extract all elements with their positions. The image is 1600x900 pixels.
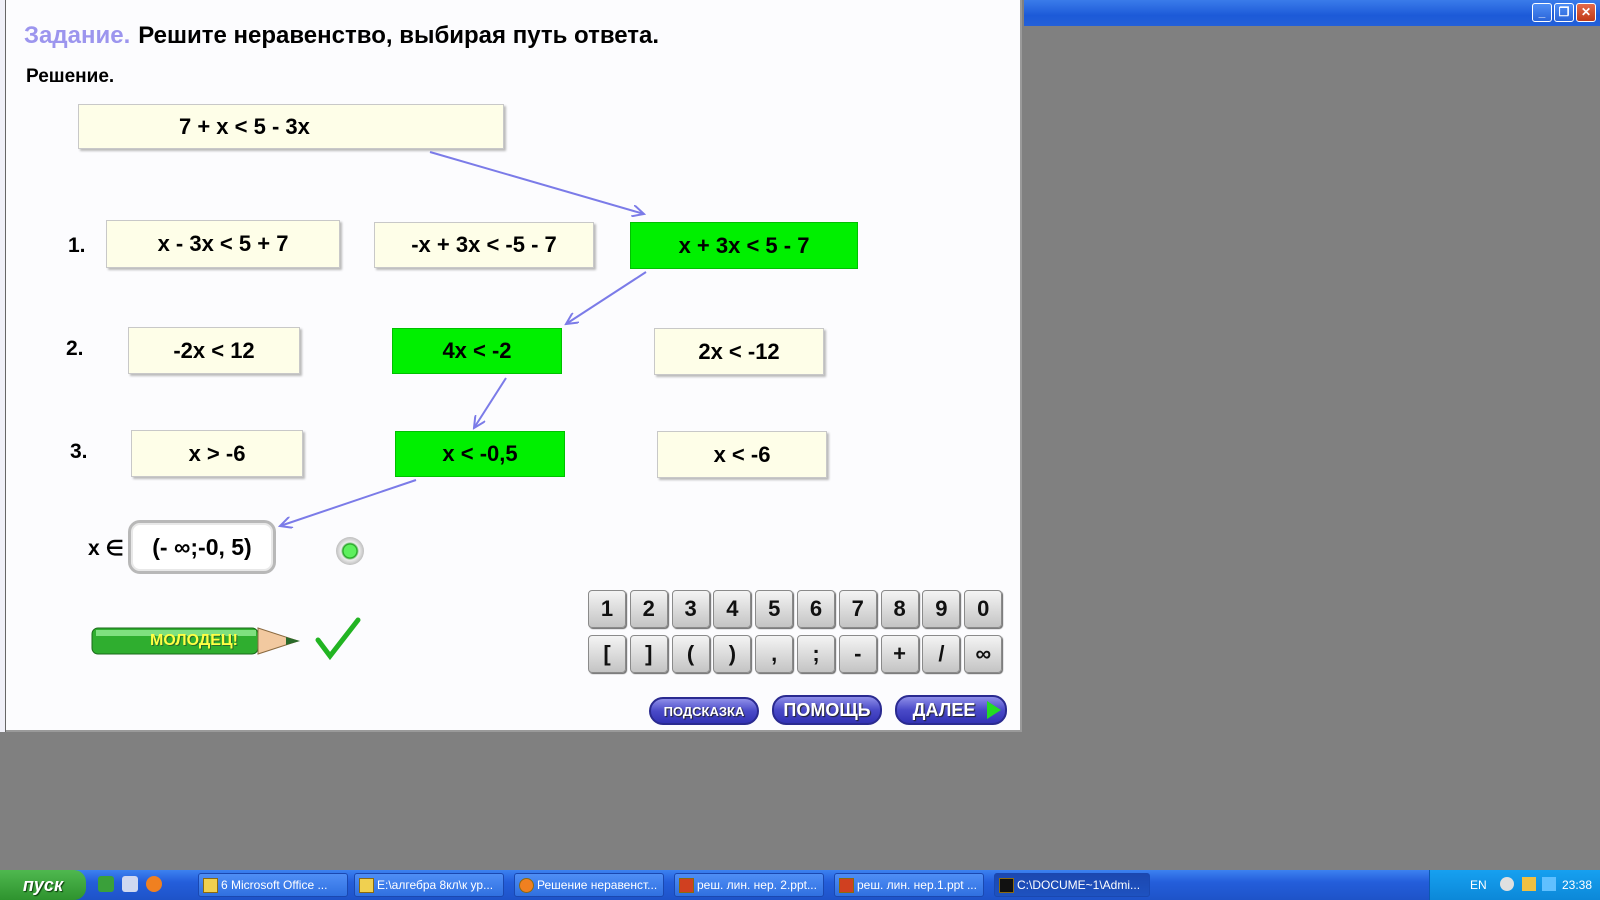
key-1-6[interactable]: 6 <box>797 590 835 628</box>
key-1-5[interactable]: 5 <box>755 590 794 628</box>
next-button[interactable]: ДАЛЕЕ <box>895 695 1007 725</box>
taskbar-item-label: E:\алгебра 8кл\к ур... <box>377 878 494 892</box>
key-1-8[interactable]: 8 <box>880 590 919 628</box>
key-2-1[interactable]: [ <box>588 635 626 673</box>
key-1-2[interactable]: 2 <box>629 590 668 628</box>
office-icon <box>203 878 218 893</box>
firefox-icon <box>519 878 534 893</box>
taskbar-item-office[interactable]: 6 Microsoft Office ... <box>198 873 348 897</box>
folder-icon <box>359 878 374 893</box>
quicklaunch-firefox-icon[interactable] <box>146 876 162 892</box>
next-label: ДАЛЕЕ <box>912 699 976 720</box>
key-2-5[interactable]: , <box>755 635 794 673</box>
taskbar-item-ppt2[interactable]: реш. лин. нер. 2.ppt... <box>674 873 824 897</box>
powerpoint-icon <box>839 878 854 893</box>
taskbar-item-label: Решение неравенст... <box>537 878 658 892</box>
arrow-start-to-step1 <box>429 151 644 214</box>
answer-field[interactable]: (- ∞;-0, 5) <box>128 520 276 574</box>
tray-back-icon[interactable] <box>1500 877 1514 891</box>
key-1-9[interactable]: 9 <box>922 590 961 628</box>
key-2-3[interactable]: ( <box>671 635 710 673</box>
help-button[interactable]: ПОМОЩЬ <box>772 695 882 725</box>
praise-text: МОЛОДЕЦ! <box>150 632 238 649</box>
praise-pencil: МОЛОДЕЦ! <box>90 614 370 670</box>
status-indicator-icon <box>336 537 364 565</box>
tray-volume-icon[interactable] <box>1542 877 1556 891</box>
taskbar: пуск 6 Microsoft Office ... E:\алгебра 8… <box>0 870 1600 900</box>
taskbar-item-folder[interactable]: E:\алгебра 8кл\к ур... <box>354 873 504 897</box>
key-2-9[interactable]: / <box>922 635 961 673</box>
console-icon <box>999 878 1014 893</box>
key-1-10[interactable]: 0 <box>964 590 1003 628</box>
minimize-button[interactable]: _ <box>1532 3 1552 22</box>
key-1-4[interactable]: 4 <box>713 590 752 628</box>
arrow-step1-to-step2 <box>566 271 647 324</box>
taskbar-item-browser[interactable]: Решение неравенст... <box>514 873 664 897</box>
clock: 23:38 <box>1562 878 1593 892</box>
key-2-6[interactable]: ; <box>797 635 835 673</box>
quicklaunch-disk-icon[interactable] <box>122 876 138 892</box>
arrow-step2-to-step3 <box>474 377 507 428</box>
window-title-bar: _ ❐ ✕ <box>1024 0 1600 26</box>
key-1-3[interactable]: 3 <box>671 590 710 628</box>
start-button[interactable]: пуск <box>0 870 86 900</box>
next-arrow-icon <box>987 701 1001 719</box>
taskbar-item-label: реш. лин. нер.1.ppt ... <box>857 878 977 892</box>
language-indicator[interactable]: EN <box>1470 878 1487 892</box>
slide-canvas: Задание. Решите неравенство, выбирая путь… <box>0 0 1022 732</box>
hint-button[interactable]: ПОДСКАЗКА <box>649 697 759 725</box>
taskbar-item-ppt1[interactable]: реш. лин. нер.1.ppt ... <box>834 873 984 897</box>
taskbar-item-label: 6 Microsoft Office ... <box>221 878 328 892</box>
arrow-step3-to-answer <box>280 479 417 526</box>
taskbar-item-label: реш. лин. нер. 2.ppt... <box>697 878 817 892</box>
system-tray: EN 23:38 <box>1429 870 1600 900</box>
maximize-button[interactable]: ❐ <box>1554 3 1574 22</box>
key-1-7[interactable]: 7 <box>838 590 877 628</box>
tray-network-icon[interactable] <box>1522 877 1536 891</box>
answer-prefix: x ∈ <box>88 537 124 560</box>
close-button[interactable]: ✕ <box>1576 3 1596 22</box>
checkmark-icon <box>315 617 361 661</box>
powerpoint-icon <box>679 878 694 893</box>
key-2-4[interactable]: ) <box>713 635 752 673</box>
key-1-1[interactable]: 1 <box>588 590 626 628</box>
key-2-10[interactable]: ∞ <box>964 635 1003 673</box>
taskbar-item-cmd[interactable]: C:\DOCUME~1\Admi... <box>994 873 1150 897</box>
quicklaunch-download-icon[interactable] <box>98 876 114 892</box>
key-2-7[interactable]: - <box>838 635 877 673</box>
key-2-8[interactable]: + <box>880 635 919 673</box>
taskbar-item-label: C:\DOCUME~1\Admi... <box>1017 878 1141 892</box>
key-2-2[interactable]: ] <box>629 635 668 673</box>
